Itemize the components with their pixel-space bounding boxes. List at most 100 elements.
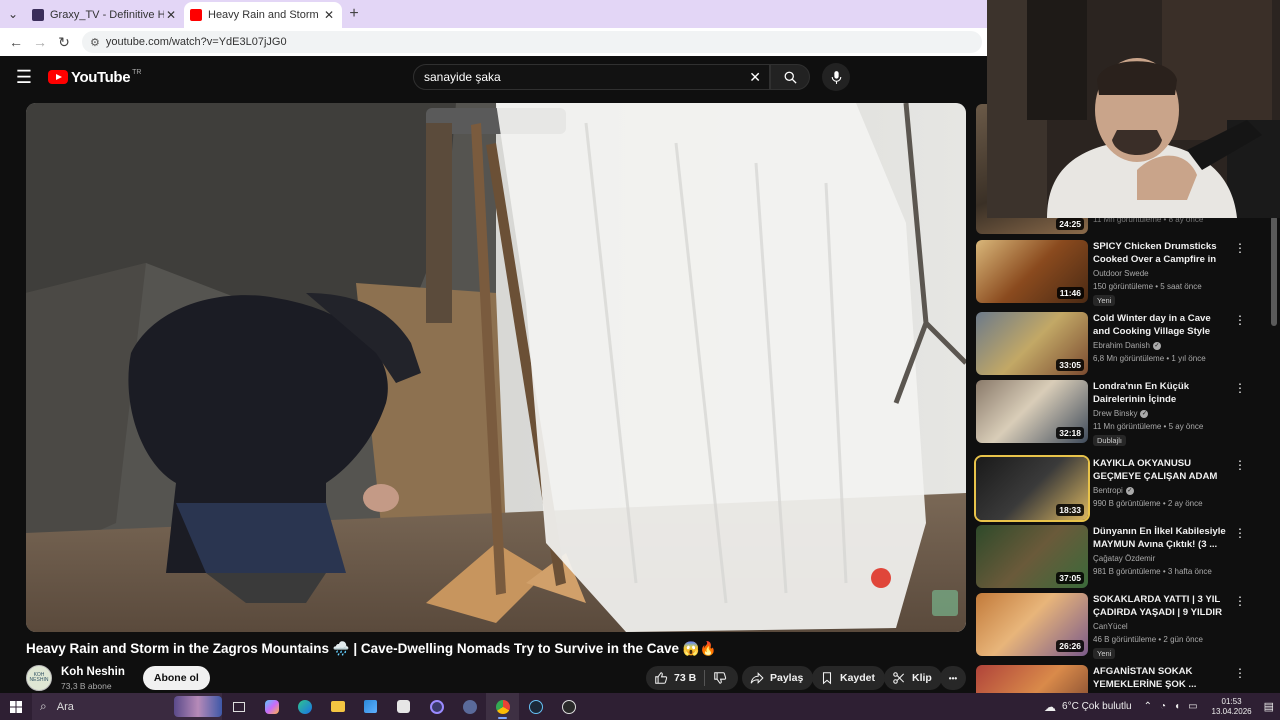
recommendation-item[interactable]: 11:46 SPICY Chicken Drumsticks Cooked Ov…	[976, 240, 1266, 306]
clear-search-icon[interactable]: ✕	[749, 69, 761, 86]
copilot-icon[interactable]	[255, 693, 288, 720]
task-view-icon[interactable]	[222, 693, 255, 720]
video-thumbnail[interactable]: 26:26	[976, 593, 1088, 656]
share-arrow-icon	[750, 672, 764, 684]
more-options-icon[interactable]: ⋮	[1234, 242, 1246, 254]
video-title: Cold Winter day in a Cave and Cooking Vi…	[1093, 313, 1211, 337]
video-thumbnail[interactable]	[976, 665, 1088, 693]
obs-icon[interactable]	[420, 693, 453, 720]
video-thumbnail[interactable]: 18:33	[976, 457, 1088, 520]
tray-chevron-up-icon[interactable]: ⌃	[1144, 701, 1152, 712]
browser-tab-active[interactable]: Heavy Rain and Storm in the Zag ✕	[184, 2, 342, 28]
file-explorer-icon[interactable]	[321, 693, 354, 720]
video-thumbnail[interactable]: 32:18	[976, 380, 1088, 443]
video-title: Heavy Rain and Storm in the Zagros Mount…	[26, 641, 717, 656]
more-options-icon[interactable]: ⋮	[1234, 595, 1246, 607]
channel-avatar[interactable]: KOH NESHIN	[26, 665, 52, 691]
channel-name: CanYücel	[1093, 622, 1128, 631]
volume-speaker-icon[interactable]: ◖	[1174, 701, 1180, 712]
weather-cloud-icon[interactable]: ☁	[1044, 700, 1056, 714]
subscribe-button[interactable]: Abone ol	[142, 666, 210, 690]
subscriber-count: 73,3 B abone	[61, 680, 112, 691]
sidebar-scrollbar[interactable]	[1271, 216, 1277, 326]
steam-icon[interactable]	[519, 693, 552, 720]
clip-button[interactable]: Klip	[884, 666, 942, 690]
video-title: SOKAKLARDA YATTI | 3 YIL ÇADIRDA YAŞADI …	[1093, 594, 1223, 618]
store-icon[interactable]	[354, 693, 387, 720]
tab-search-chevron-icon[interactable]: ⌄	[0, 0, 26, 28]
more-actions-button[interactable]: •••	[940, 666, 966, 690]
back-arrow-icon[interactable]: ←	[4, 34, 28, 50]
address-bar[interactable]: ⚙ youtube.com/watch?v=YdE3L07jJG0	[82, 31, 982, 53]
recommendation-item[interactable]: 26:26 SOKAKLARDA YATTI | 3 YIL ÇADIRDA Y…	[976, 593, 1266, 659]
clock[interactable]: 01:53 13.04.2026	[1212, 697, 1252, 717]
duration-badge: 11:46	[1056, 287, 1084, 299]
more-options-icon[interactable]: ⋮	[1234, 314, 1246, 326]
channel-name[interactable]: Koh Neshin	[61, 666, 125, 678]
browser-tab-strip: ⌄ Graxy_TV - Definitive Hero Sieg ✕ Heav…	[0, 0, 990, 28]
app-icon-2[interactable]	[552, 693, 585, 720]
search-text: sanayide şaka	[424, 70, 501, 84]
taskbar-search-placeholder: Ara	[56, 700, 74, 713]
duration-badge: 24:25	[1056, 218, 1084, 230]
save-group: Kaydet	[812, 666, 886, 690]
video-stats: 46 B görüntüleme • 2 gün önce	[1093, 635, 1203, 644]
recommendation-item[interactable]: 18:33 KAYIKLA OKYANUSU GEÇMEYE ÇALIŞAN A…	[976, 457, 1266, 523]
menu-hamburger-icon[interactable]: ☰	[0, 67, 48, 88]
video-thumbnail[interactable]: 33:05	[976, 312, 1088, 375]
taskbar-search[interactable]: ⌕ Ara	[32, 693, 222, 720]
channel-name: Bentropi ✓	[1093, 486, 1134, 495]
channel-watermark[interactable]	[932, 590, 958, 616]
more-options-icon[interactable]: ⋮	[1234, 667, 1246, 679]
recommendation-item[interactable]: 33:05 Cold Winter day in a Cave and Cook…	[976, 312, 1266, 378]
browser-tab[interactable]: Graxy_TV - Definitive Hero Sieg ✕	[26, 2, 184, 28]
video-thumbnail[interactable]: 11:46	[976, 240, 1088, 303]
notifications-icon[interactable]: ▤	[1264, 700, 1274, 713]
recommendation-item[interactable]: 32:18 Londra'nın En Küçük Dairelerinin İ…	[976, 380, 1266, 446]
video-stats: 11 Mn görüntüleme • 5 ay önce	[1093, 422, 1204, 431]
search-button[interactable]	[770, 64, 810, 90]
reload-icon[interactable]: ↻	[52, 34, 76, 51]
more-options-icon[interactable]: ⋮	[1234, 527, 1246, 539]
share-group: Paylaş	[742, 666, 814, 690]
recommendation-item[interactable]: AFGANİSTAN SOKAK YEMEKLERİNE ŞOK ... ⋮	[976, 665, 1266, 693]
search-icon	[784, 71, 797, 84]
video-title: Dünyanın En İlkel Kabilesiyle MAYMUN Avı…	[1093, 526, 1226, 550]
video-player[interactable]	[26, 103, 966, 632]
weather-text[interactable]: 6°C Çok bulutlu	[1062, 701, 1132, 712]
chrome-browser-icon[interactable]	[486, 693, 519, 720]
network-wifi-icon[interactable]: ◔	[1160, 701, 1166, 712]
edge-browser-icon[interactable]	[288, 693, 321, 720]
windows-start-icon[interactable]	[0, 693, 32, 720]
thumbs-up-icon	[655, 672, 668, 684]
scissors-icon	[893, 672, 905, 684]
like-dislike-group: 73 B	[646, 666, 738, 690]
more-options-icon[interactable]: ⋮	[1234, 382, 1246, 394]
youtube-logo[interactable]: YouTube TR	[48, 69, 141, 86]
save-button[interactable]: Kaydet	[812, 666, 886, 690]
recommendation-item[interactable]: 37:05 Dünyanın En İlkel Kabilesiyle MAYM…	[976, 525, 1266, 591]
channel-name: Outdoor Swede	[1093, 269, 1149, 278]
new-tab-plus-icon[interactable]: +	[342, 5, 366, 23]
channel-name: Ebrahim Danish ✓	[1093, 341, 1161, 350]
like-button[interactable]: 73 B	[646, 666, 738, 690]
verified-check-icon: ✓	[1152, 341, 1161, 350]
share-label: Paylaş	[770, 672, 804, 684]
clock-time: 01:53	[1221, 696, 1242, 706]
settings-gear-icon[interactable]	[453, 693, 486, 720]
tab-close-icon[interactable]: ✕	[164, 8, 178, 22]
search-input[interactable]: sanayide şaka ✕	[413, 64, 770, 90]
more-options-icon[interactable]: ⋮	[1234, 459, 1246, 471]
battery-icon[interactable]: ▭	[1188, 701, 1197, 712]
youtube-favicon-icon	[190, 9, 202, 21]
thumbs-down-icon[interactable]	[713, 671, 727, 685]
share-button[interactable]: Paylaş	[742, 666, 814, 690]
windows-logo-icon	[10, 700, 22, 713]
voice-search-button[interactable]	[822, 63, 850, 91]
forward-arrow-icon[interactable]: →	[28, 34, 52, 50]
video-thumbnail[interactable]: 37:05	[976, 525, 1088, 588]
video-stats: 6,8 Mn görüntüleme • 1 yıl önce	[1093, 354, 1206, 363]
app-icon[interactable]	[387, 693, 420, 720]
tab-close-icon[interactable]: ✕	[322, 8, 336, 22]
site-info-icon[interactable]: ⚙	[90, 36, 100, 49]
